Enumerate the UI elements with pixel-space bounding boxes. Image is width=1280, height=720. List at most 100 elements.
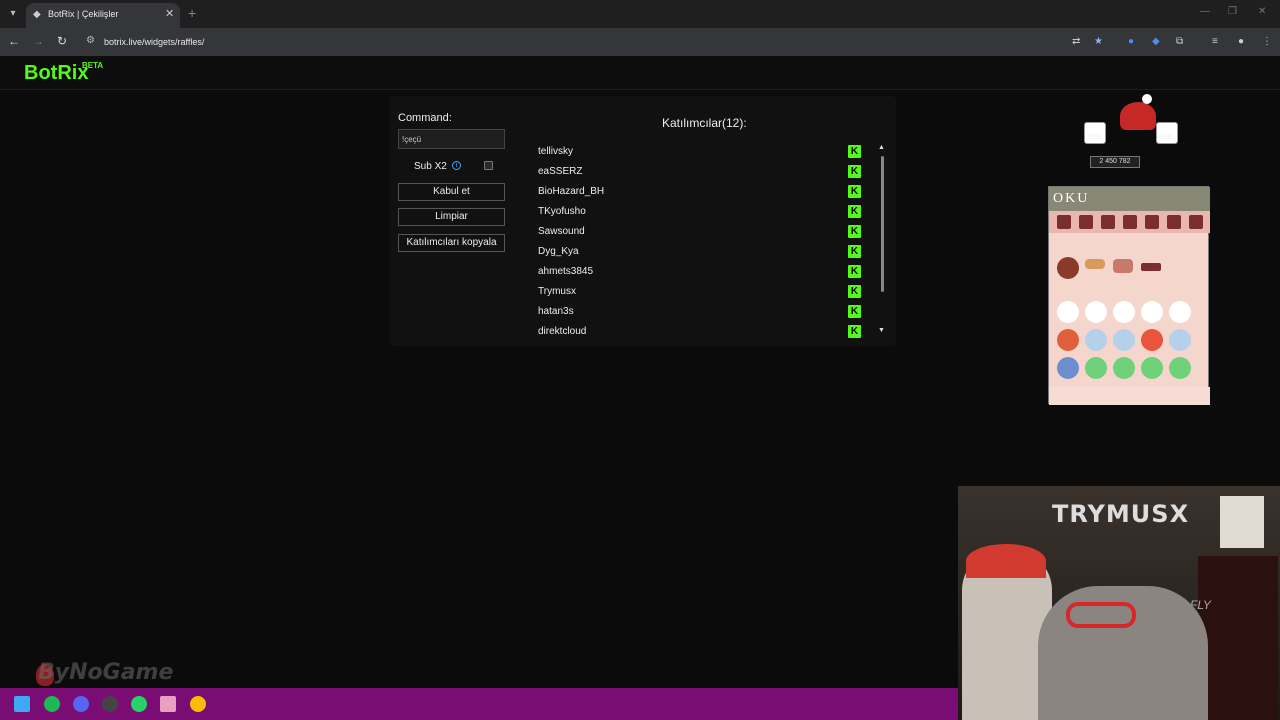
tab-close-icon[interactable]: ✕ <box>165 7 174 20</box>
participant-row[interactable]: BioHazard_BH K <box>530 184 876 204</box>
item-icon <box>1113 259 1133 273</box>
kick-badge-icon: K <box>848 245 861 258</box>
copy-participants-button[interactable]: Katılımcıları kopyala <box>398 234 505 252</box>
accept-button[interactable]: Kabul et <box>398 183 505 201</box>
cat-item-icon <box>1113 301 1135 323</box>
participant-name: eaSSERZ <box>538 166 583 177</box>
chrome-icon[interactable] <box>190 696 206 712</box>
maximize-button[interactable]: ❐ <box>1228 6 1237 17</box>
item-icon <box>1113 329 1135 351</box>
inventory-header: OKU <box>1049 187 1210 211</box>
santa-hat-icon <box>1120 102 1156 130</box>
back-icon[interactable]: ← <box>6 34 22 48</box>
app-icon[interactable] <box>102 696 118 712</box>
wall-poster <box>1220 496 1264 548</box>
participant-name: tellivsky <box>538 146 574 157</box>
scrollbar-thumb[interactable] <box>881 156 884 292</box>
participant-row[interactable]: eaSSERZ K <box>530 164 876 184</box>
participant-row[interactable]: tellivsky K <box>530 144 876 164</box>
kick-badge-icon: K <box>848 285 861 298</box>
profile-icon[interactable]: ● <box>1238 36 1244 47</box>
extension-icon[interactable]: ◆ <box>1152 36 1160 47</box>
item-icon <box>1169 357 1191 379</box>
item-icon <box>1057 357 1079 379</box>
item-icon <box>1057 329 1079 351</box>
inventory-footer <box>1049 387 1210 405</box>
inventory-tab-icon <box>1123 215 1137 229</box>
participant-row[interactable]: Trymusx K <box>530 284 876 304</box>
party-glasses <box>1066 602 1136 628</box>
info-icon[interactable]: i <box>452 161 461 170</box>
windows-start-icon[interactable] <box>14 696 30 712</box>
browser-tab[interactable]: ◆ BotRix | Çekilişler ✕ <box>26 3 180 28</box>
tab-search-icon[interactable]: ▾ <box>4 5 22 23</box>
bookmark-star-icon[interactable]: ★ <box>1094 36 1103 47</box>
participant-name: TKyofusho <box>538 206 586 217</box>
close-window-button[interactable]: ✕ <box>1258 6 1266 17</box>
score-display: 2 450 782 <box>1090 156 1140 168</box>
raffle-panel: Command: Sub X2 i Kabul et Limpiar Katıl… <box>390 96 896 346</box>
inventory-tab-icon <box>1079 215 1093 229</box>
reload-icon[interactable]: ↻ <box>54 34 70 48</box>
counter-widget: 1000 1000 2 450 782 <box>1080 94 1180 172</box>
watermark: ByNoGame <box>38 660 174 685</box>
participant-row[interactable]: ahmets3845 K <box>530 264 876 284</box>
item-icon <box>1057 257 1079 279</box>
reading-list-icon[interactable]: ≡ <box>1212 36 1218 47</box>
tab-title: BotRix | Çekilişler <box>48 9 119 19</box>
webcam-feed: TRYMUSX FLY <box>958 486 1280 720</box>
url-text: botrix.live/widgets/raffles/ <box>104 37 205 47</box>
participant-row[interactable]: hatan3s K <box>530 304 876 324</box>
item-icon <box>1141 263 1161 271</box>
site-info-icon[interactable]: ⚙ <box>86 35 95 46</box>
botrix-logo[interactable]: BotRix <box>24 62 88 85</box>
address-bar[interactable]: ⚙ botrix.live/widgets/raffles/ <box>80 31 1120 53</box>
botrix-favicon-icon: ◆ <box>33 9 41 20</box>
command-input[interactable] <box>398 129 505 149</box>
item-icon <box>1169 329 1191 351</box>
menu-dots-icon[interactable]: ⋮ <box>1262 36 1272 47</box>
inventory-tab-icon <box>1145 215 1159 229</box>
discord-icon[interactable] <box>73 696 89 712</box>
extension-icon[interactable]: ● <box>1128 36 1134 47</box>
new-tab-button[interactable]: + <box>188 5 196 21</box>
clear-button[interactable]: Limpiar <box>398 208 505 226</box>
participant-name: BioHazard_BH <box>538 186 605 197</box>
item-icon <box>1085 329 1107 351</box>
participant-row[interactable]: Dyg_Kya K <box>530 244 876 264</box>
translate-icon[interactable]: ⇄ <box>1072 36 1080 47</box>
inventory-tab-icon <box>1167 215 1181 229</box>
participant-name: Trymusx <box>538 286 576 297</box>
counter-left-value: 1000 <box>1086 134 1102 141</box>
participant-row[interactable]: direktcloud K <box>530 324 876 338</box>
item-icon <box>1113 357 1135 379</box>
spotify-icon[interactable] <box>44 696 60 712</box>
webcam-sign: TRYMUSX <box>1052 500 1190 528</box>
cat-item-icon <box>1141 301 1163 323</box>
forward-icon[interactable]: → <box>30 34 46 48</box>
taskbar <box>0 688 958 720</box>
scroll-down-icon[interactable]: ▼ <box>878 327 885 334</box>
participant-list[interactable]: tellivsky KeaSSERZ K BioHazard_BH K TKyofusho… <box>530 144 876 338</box>
participant-row[interactable]: Sawsound K <box>530 224 876 244</box>
participant-name: Sawsound <box>538 226 585 237</box>
item-icon <box>1085 357 1107 379</box>
minimize-button[interactable]: — <box>1200 6 1210 17</box>
scroll-up-icon[interactable]: ▲ <box>878 144 885 151</box>
beta-badge: BETA <box>82 61 104 70</box>
sub-x2-checkbox[interactable] <box>484 161 493 170</box>
participant-row[interactable]: TKyofusho K <box>530 204 876 224</box>
extensions-puzzle-icon[interactable]: ⧉ <box>1176 36 1183 47</box>
inventory-tabs <box>1049 211 1210 233</box>
participants-title: Katılımcılar(12): <box>662 116 747 130</box>
participant-name: direktcloud <box>538 326 587 337</box>
santa-pom-icon <box>1142 94 1152 104</box>
app-icon[interactable] <box>160 696 176 712</box>
kick-badge-icon: K <box>848 145 861 158</box>
sub-x2-label: Sub X2 <box>414 161 447 172</box>
app-header: BotRix BETA <box>0 56 1280 90</box>
santa-hat-icon <box>966 544 1046 578</box>
whatsapp-icon[interactable] <box>131 696 147 712</box>
participant-name: hatan3s <box>538 306 574 317</box>
participant-name: ahmets3845 <box>538 266 594 277</box>
